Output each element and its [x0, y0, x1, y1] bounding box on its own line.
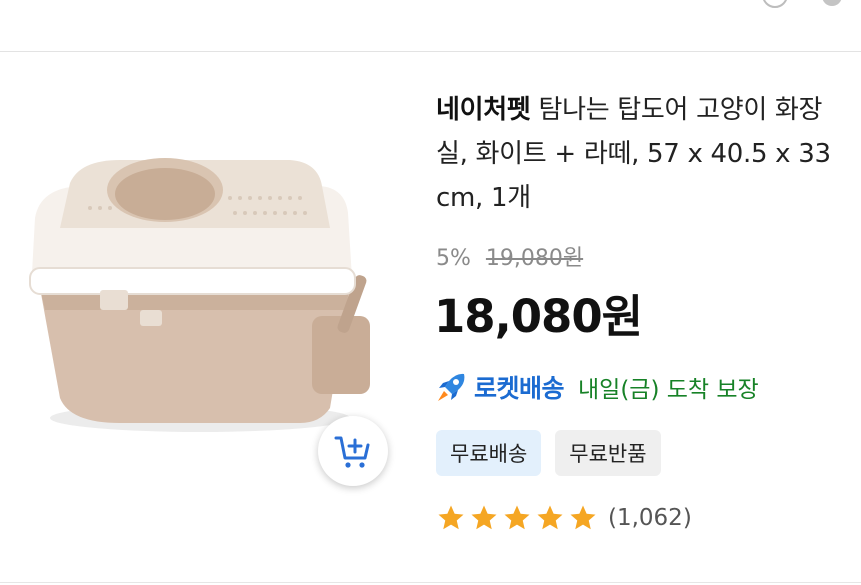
delivery-row: 로켓배송 내일(금) 도착 보장	[434, 368, 759, 406]
discount-rate: 5%	[436, 246, 471, 271]
star-icon	[504, 505, 530, 530]
rating-row[interactable]: (1,062)	[436, 503, 692, 533]
review-count: (1,062)	[608, 505, 692, 531]
star-icon	[438, 505, 464, 530]
original-price: 19,080원	[485, 246, 584, 271]
free-shipping-badge: 무료배송	[436, 430, 542, 476]
brand-name: 네이처펫	[436, 95, 531, 125]
rocket-delivery-label: 로켓배송	[474, 374, 565, 403]
divider	[0, 51, 861, 52]
free-return-badge: 무료반품	[555, 430, 661, 476]
divider	[0, 582, 861, 583]
delivery-estimate: 내일(금) 도착 보장	[578, 377, 759, 403]
cart-plus-icon	[334, 436, 370, 468]
discount-row: 5% 19,080원	[436, 240, 583, 272]
sale-price: 18,080원	[434, 290, 643, 343]
star-rating	[436, 503, 598, 533]
star-icon	[471, 505, 497, 530]
add-to-cart-button[interactable]	[318, 416, 388, 486]
user-icon[interactable]	[762, 0, 788, 8]
product-title[interactable]: 네이처펫 탐나는 탑도어 고양이 화장실, 화이트 + 라떼, 57 x 40.…	[436, 88, 851, 220]
dot-icon[interactable]	[822, 0, 842, 6]
top-bar	[0, 0, 861, 52]
benefit-badges: 무료배송 무료반품	[436, 430, 661, 476]
star-icon	[537, 505, 563, 530]
rocket-icon	[438, 373, 465, 401]
star-icon	[570, 505, 596, 530]
